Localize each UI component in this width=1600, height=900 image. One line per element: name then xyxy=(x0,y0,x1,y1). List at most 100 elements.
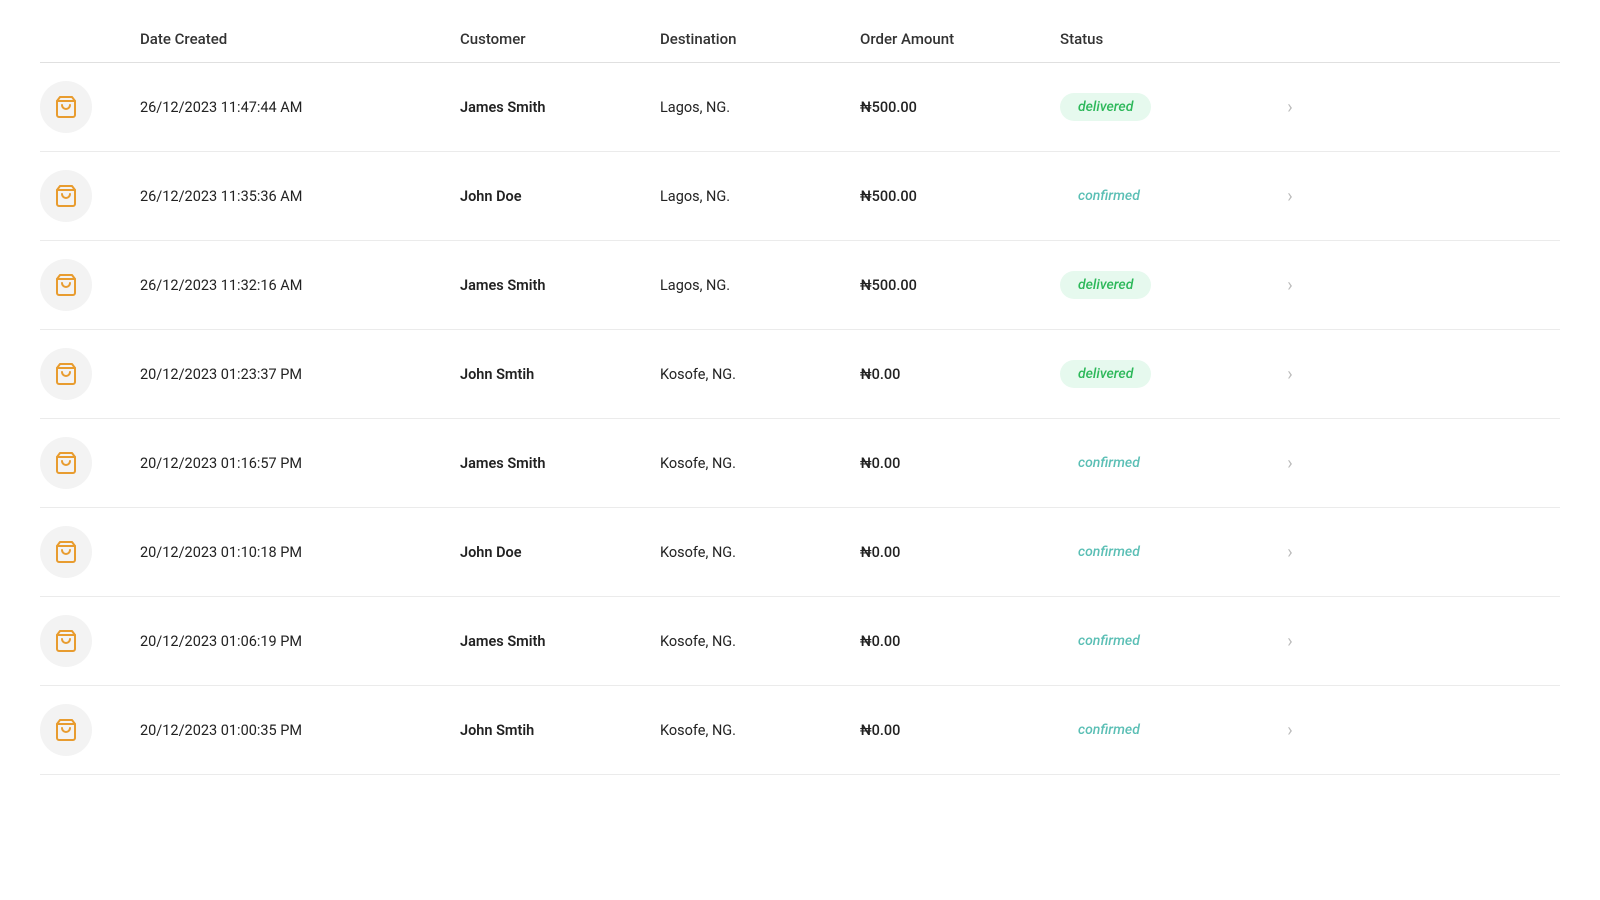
destination-cell: Kosofe, NG. xyxy=(660,366,860,383)
table-body: 26/12/2023 11:47:44 AM James Smith Lagos… xyxy=(40,63,1560,775)
status-cell: confirmed xyxy=(1060,449,1260,477)
cart-icon-wrap xyxy=(40,615,92,667)
cart-icon-wrap xyxy=(40,348,92,400)
status-cell: confirmed xyxy=(1060,538,1260,566)
status-cell: delivered xyxy=(1060,271,1260,299)
cart-icon-cell xyxy=(40,259,140,311)
destination-cell: Kosofe, NG. xyxy=(660,455,860,472)
customer-cell: John Doe xyxy=(460,188,660,205)
amount-cell: ₦0.00 xyxy=(860,544,1060,561)
amount-cell: ₦500.00 xyxy=(860,188,1060,205)
destination-cell: Kosofe, NG. xyxy=(660,544,860,561)
cart-icon-cell xyxy=(40,615,140,667)
header-icon-col xyxy=(40,30,140,48)
customer-cell: James Smith xyxy=(460,99,660,116)
status-badge: delivered xyxy=(1060,271,1151,299)
chevron-cell: › xyxy=(1260,542,1320,563)
orders-table: Date Created Customer Destination Order … xyxy=(0,0,1600,795)
status-cell: confirmed xyxy=(1060,716,1260,744)
chevron-cell: › xyxy=(1260,97,1320,118)
status-badge: confirmed xyxy=(1060,449,1158,477)
cart-icon-cell xyxy=(40,348,140,400)
header-destination: Destination xyxy=(660,30,860,48)
chevron-right-icon: › xyxy=(1287,453,1292,474)
date-cell: 20/12/2023 01:06:19 PM xyxy=(140,633,460,650)
header-status: Status xyxy=(1060,30,1260,48)
chevron-cell: › xyxy=(1260,631,1320,652)
destination-cell: Kosofe, NG. xyxy=(660,633,860,650)
status-badge: confirmed xyxy=(1060,538,1158,566)
date-cell: 26/12/2023 11:35:36 AM xyxy=(140,188,460,205)
table-row[interactable]: 20/12/2023 01:16:57 PM James Smith Kosof… xyxy=(40,419,1560,508)
cart-icon-cell xyxy=(40,704,140,756)
table-row[interactable]: 20/12/2023 01:00:35 PM John Smtih Kosofe… xyxy=(40,686,1560,775)
chevron-cell: › xyxy=(1260,275,1320,296)
destination-cell: Lagos, NG. xyxy=(660,99,860,116)
customer-cell: John Smtih xyxy=(460,722,660,739)
cart-icon-cell xyxy=(40,170,140,222)
cart-icon xyxy=(54,184,78,208)
header-date: Date Created xyxy=(140,30,460,48)
cart-icon-cell xyxy=(40,437,140,489)
date-cell: 20/12/2023 01:00:35 PM xyxy=(140,722,460,739)
status-cell: confirmed xyxy=(1060,182,1260,210)
customer-cell: James Smith xyxy=(460,455,660,472)
customer-cell: James Smith xyxy=(460,633,660,650)
cart-icon-wrap xyxy=(40,704,92,756)
date-cell: 20/12/2023 01:16:57 PM xyxy=(140,455,460,472)
chevron-cell: › xyxy=(1260,186,1320,207)
status-badge: confirmed xyxy=(1060,716,1158,744)
chevron-right-icon: › xyxy=(1287,275,1292,296)
cart-icon xyxy=(54,362,78,386)
customer-cell: James Smith xyxy=(460,277,660,294)
table-row[interactable]: 26/12/2023 11:32:16 AM James Smith Lagos… xyxy=(40,241,1560,330)
cart-icon-cell xyxy=(40,526,140,578)
cart-icon-wrap xyxy=(40,437,92,489)
destination-cell: Lagos, NG. xyxy=(660,188,860,205)
table-row[interactable]: 26/12/2023 11:47:44 AM James Smith Lagos… xyxy=(40,63,1560,152)
customer-cell: John Smtih xyxy=(460,366,660,383)
destination-cell: Lagos, NG. xyxy=(660,277,860,294)
amount-cell: ₦0.00 xyxy=(860,455,1060,472)
amount-cell: ₦0.00 xyxy=(860,722,1060,739)
header-amount: Order Amount xyxy=(860,30,1060,48)
amount-cell: ₦0.00 xyxy=(860,633,1060,650)
cart-icon-wrap xyxy=(40,526,92,578)
table-row[interactable]: 20/12/2023 01:10:18 PM John Doe Kosofe, … xyxy=(40,508,1560,597)
status-cell: delivered xyxy=(1060,93,1260,121)
table-row[interactable]: 20/12/2023 01:23:37 PM John Smtih Kosofe… xyxy=(40,330,1560,419)
cart-icon-cell xyxy=(40,81,140,133)
customer-cell: John Doe xyxy=(460,544,660,561)
cart-icon xyxy=(54,718,78,742)
chevron-right-icon: › xyxy=(1287,631,1292,652)
cart-icon-wrap xyxy=(40,259,92,311)
header-customer: Customer xyxy=(460,30,660,48)
chevron-cell: › xyxy=(1260,720,1320,741)
date-cell: 26/12/2023 11:32:16 AM xyxy=(140,277,460,294)
cart-icon xyxy=(54,629,78,653)
status-badge: confirmed xyxy=(1060,627,1158,655)
amount-cell: ₦0.00 xyxy=(860,366,1060,383)
cart-icon xyxy=(54,95,78,119)
chevron-right-icon: › xyxy=(1287,720,1292,741)
chevron-cell: › xyxy=(1260,364,1320,385)
amount-cell: ₦500.00 xyxy=(860,99,1060,116)
destination-cell: Kosofe, NG. xyxy=(660,722,860,739)
table-row[interactable]: 26/12/2023 11:35:36 AM John Doe Lagos, N… xyxy=(40,152,1560,241)
date-cell: 26/12/2023 11:47:44 AM xyxy=(140,99,460,116)
chevron-right-icon: › xyxy=(1287,97,1292,118)
cart-icon-wrap xyxy=(40,170,92,222)
date-cell: 20/12/2023 01:23:37 PM xyxy=(140,366,460,383)
status-cell: confirmed xyxy=(1060,627,1260,655)
cart-icon xyxy=(54,540,78,564)
header-chevron-col xyxy=(1260,30,1320,48)
table-header: Date Created Customer Destination Order … xyxy=(40,20,1560,63)
amount-cell: ₦500.00 xyxy=(860,277,1060,294)
chevron-right-icon: › xyxy=(1287,186,1292,207)
chevron-right-icon: › xyxy=(1287,542,1292,563)
table-row[interactable]: 20/12/2023 01:06:19 PM James Smith Kosof… xyxy=(40,597,1560,686)
status-badge: delivered xyxy=(1060,360,1151,388)
chevron-cell: › xyxy=(1260,453,1320,474)
status-badge: delivered xyxy=(1060,93,1151,121)
status-cell: delivered xyxy=(1060,360,1260,388)
